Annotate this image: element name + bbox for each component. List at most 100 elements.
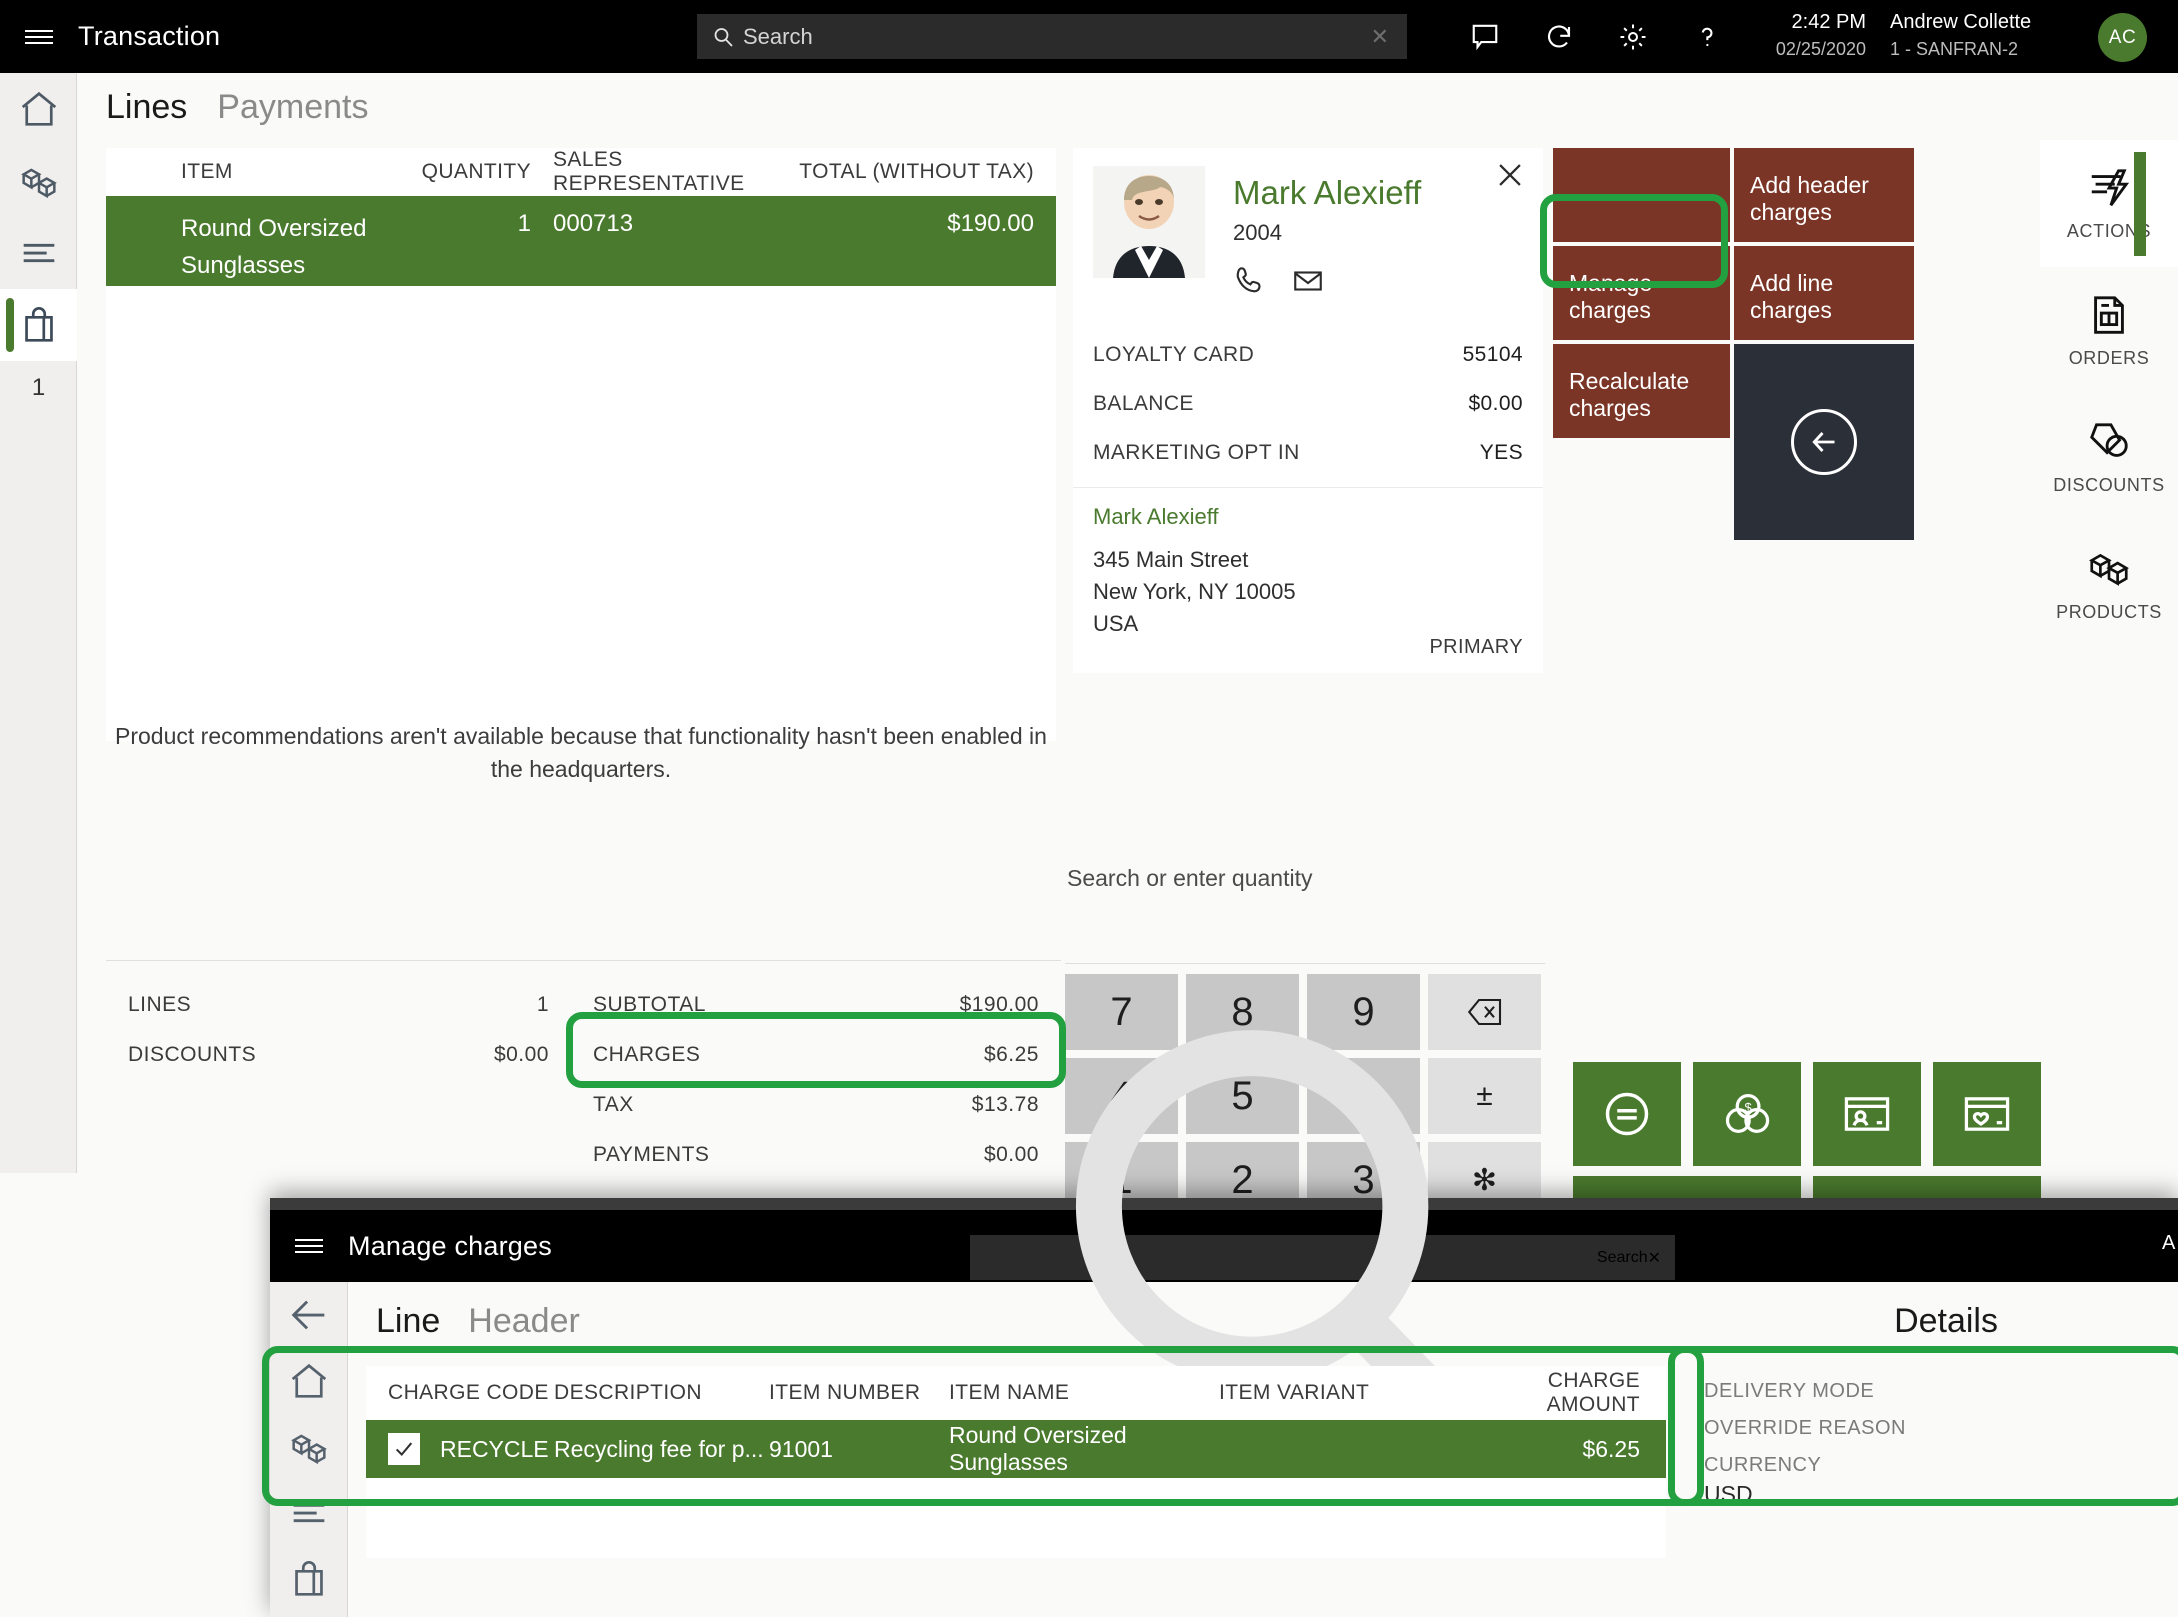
customer-card: Mark Alexieff 2004 LOYALTY CARD 55104 BA… — [1073, 148, 1543, 673]
refresh-icon[interactable] — [1544, 22, 1574, 52]
column-charge-code: CHARGE CODE — [388, 1381, 549, 1404]
dialog-topbar-icon-group — [1742, 1222, 1891, 1294]
sidebar-item-cart[interactable] — [270, 1546, 347, 1612]
sidebar-item-list[interactable] — [270, 1480, 347, 1546]
sidebar-item-label: DISCOUNTS — [2053, 475, 2165, 495]
field-value: YES — [1479, 441, 1523, 464]
close-icon[interactable] — [1493, 158, 1527, 192]
address-name: Mark Alexieff — [1093, 504, 1219, 529]
current-time: 2:42 PM — [1791, 11, 1866, 33]
customer-name[interactable]: Mark Alexieff — [1233, 172, 1421, 214]
column-item: ITEM — [181, 160, 233, 183]
add-header-charges-tile[interactable]: Add header charges — [1734, 148, 1914, 242]
charges-table-empty-area — [366, 1478, 1666, 1558]
manage-charges-tile[interactable]: Manage charges — [1553, 246, 1730, 340]
total-label: TAX — [593, 1093, 634, 1116]
customer-id: 2004 — [1233, 220, 1282, 245]
credit-card-button[interactable] — [1813, 1062, 1921, 1166]
sidebar-item-label: PRODUCTS — [2056, 602, 2162, 622]
search-icon — [714, 27, 733, 47]
column-item-number: ITEM NUMBER — [769, 1381, 921, 1404]
sidebar-item-products[interactable] — [270, 1414, 347, 1480]
phone-icon[interactable] — [1233, 264, 1267, 298]
products-boxes-icon — [2089, 553, 2129, 586]
sidebar-item-actions[interactable]: ACTIONS — [2040, 140, 2178, 267]
cell-item: Round Oversized Sunglasses — [181, 215, 367, 279]
clock-block: 2:42 PM 02/25/2020 — [1770, 9, 1866, 62]
column-description: DESCRIPTION — [554, 1381, 702, 1404]
sidebar-item-discounts[interactable]: DISCOUNTS — [2040, 394, 2178, 521]
help-icon[interactable] — [1692, 22, 1722, 52]
shopping-bag-icon — [24, 306, 53, 342]
total-label: SUBTOTAL — [593, 993, 706, 1016]
row-checkbox[interactable] — [388, 1433, 420, 1465]
close-icon[interactable]: ✕ — [1648, 1248, 1661, 1268]
cash-coins-icon: $ — [1725, 1093, 1770, 1133]
products-icon — [20, 168, 57, 199]
sidebar-item-cart[interactable] — [0, 289, 77, 361]
back-button[interactable] — [270, 1282, 347, 1348]
card-heart-icon — [1964, 1097, 2010, 1131]
loyalty-card-button[interactable] — [1933, 1062, 2041, 1166]
search-input[interactable]: Search ✕ — [970, 1030, 1675, 1504]
sidebar-item-list[interactable] — [0, 217, 77, 289]
charges-table-header: CHARGE CODE DESCRIPTION ITEM NUMBER ITEM… — [366, 1366, 1666, 1420]
sidebar-item-label: ACTIONS — [2066, 221, 2152, 241]
left-navigation-rail: 1 — [0, 73, 77, 1173]
totals-left: LINES 1 DISCOUNTS $0.00 — [106, 960, 571, 1085]
search-placeholder: Search — [1596, 1248, 1648, 1266]
dialog-title: Manage charges — [348, 1230, 552, 1261]
total-value: 1 — [536, 993, 549, 1016]
list-icon — [23, 243, 54, 263]
cell-quantity: 1 — [517, 210, 531, 237]
sidebar-item-home[interactable] — [0, 73, 77, 145]
avatar[interactable]: AC — [2098, 13, 2147, 62]
current-date: 02/25/2020 — [1775, 39, 1866, 59]
cell-charge-code: RECYCLE — [440, 1435, 549, 1462]
cash-button[interactable]: $ — [1693, 1062, 1801, 1166]
chat-icon[interactable] — [1470, 22, 1500, 52]
dialog-topbar: Manage charges Search ✕ 2:42 PM 02/25/20… — [270, 1030, 2178, 1504]
hamburger-icon[interactable] — [0, 26, 78, 48]
recalculate-charges-tile[interactable]: Recalculate charges — [1553, 344, 1730, 438]
hamburger-icon[interactable] — [270, 1235, 348, 1257]
add-line-charges-tile[interactable]: Add line charges — [1734, 246, 1914, 340]
tab-line[interactable]: Line — [376, 1302, 440, 1341]
cart-count: 1 — [31, 374, 46, 401]
total-label: PAYMENTS — [593, 1143, 710, 1166]
cell-item-number: 91001 — [769, 1435, 833, 1462]
shopping-bag-icon — [294, 1560, 323, 1596]
tab-header[interactable]: Header — [468, 1302, 580, 1341]
table-row[interactable]: Round Oversized Sunglasses 1 000713 $190… — [106, 196, 1056, 286]
lines-table-empty-area — [106, 286, 1056, 741]
address-line-2: New York, NY 10005 — [1093, 579, 1296, 604]
table-row[interactable]: RECYCLE Recycling fee for p... 91001 Rou… — [366, 1420, 1666, 1478]
current-date: 02/25/2020 — [2060, 1250, 2141, 1267]
sidebar-item-home[interactable] — [270, 1348, 347, 1414]
customer-fields: LOYALTY CARD 55104 BALANCE $0.00 MARKETI… — [1073, 334, 1543, 481]
address-tag: PRIMARY — [1429, 636, 1523, 658]
mail-icon[interactable] — [1291, 264, 1325, 298]
total-row-discounts: DISCOUNTS $0.00 — [106, 1035, 571, 1085]
close-icon[interactable]: ✕ — [1371, 24, 1389, 50]
sidebar-item-products[interactable] — [0, 145, 77, 217]
recommendation-message: Product recommendations aren't available… — [115, 723, 1047, 782]
charges-table: CHARGE CODE DESCRIPTION ITEM NUMBER ITEM… — [366, 1366, 1666, 1558]
total-circle-icon — [1605, 1092, 1649, 1136]
total-label: LINES — [128, 993, 192, 1016]
column-charge-amount: CHARGE AMOUNT — [1546, 1369, 1640, 1416]
tab-payments[interactable]: Payments — [217, 88, 368, 127]
customer-contact-actions — [1233, 264, 1421, 298]
sidebar-item-orders[interactable]: ORDERS — [2040, 267, 2178, 394]
tab-lines[interactable]: Lines — [106, 88, 187, 127]
back-tile[interactable] — [1734, 344, 1914, 540]
blank-tile-1[interactable] — [1553, 148, 1730, 242]
gear-icon[interactable] — [1618, 22, 1648, 52]
customer-address: 345 Main Street New York, NY 10005 USA — [1073, 534, 1543, 640]
column-sales-rep: SALES REPRESENTATIVE — [553, 148, 745, 195]
search-input[interactable]: Search ✕ — [697, 14, 1407, 59]
sidebar-item-products[interactable]: PRODUCTS — [2040, 521, 2178, 648]
user-block[interactable]: Andrew Collette 1 - SANFRAN-2 — [1890, 9, 2031, 62]
cell-charge-amount: $6.25 — [1582, 1435, 1640, 1462]
cell-sales-rep: 000713 — [553, 210, 634, 237]
